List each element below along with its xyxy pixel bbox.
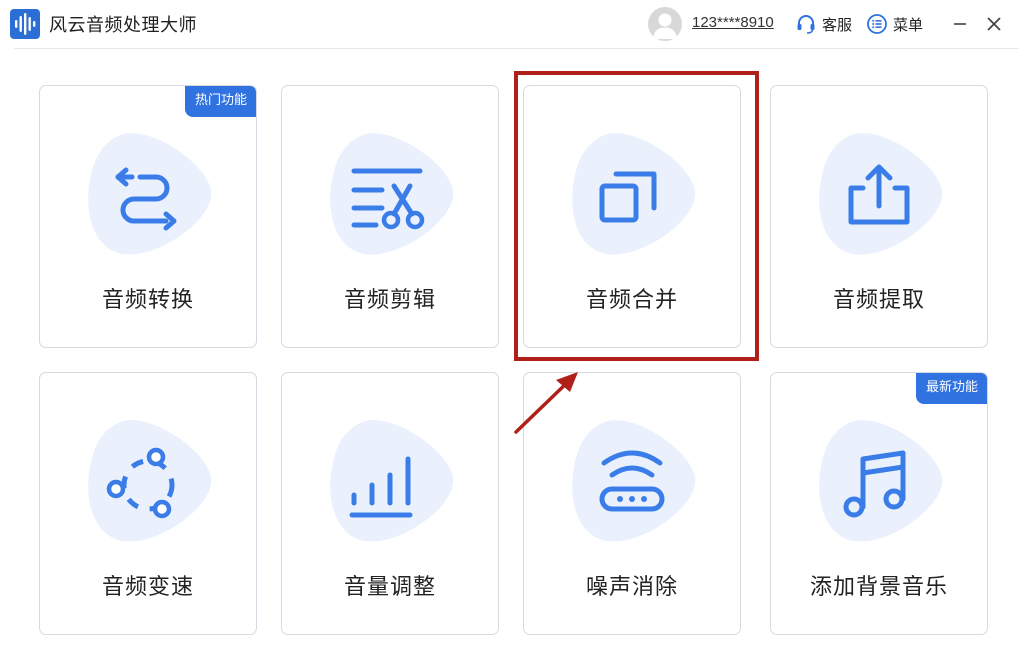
title-bar: 风云音频处理大师 123****8910 客服 菜单 bbox=[0, 0, 1035, 48]
minimize-button[interactable] bbox=[948, 12, 972, 36]
card-audio-speed[interactable]: 音频变速 bbox=[39, 372, 257, 635]
app-logo-icon bbox=[10, 9, 40, 39]
close-icon bbox=[987, 17, 1001, 31]
card-label: 噪声消除 bbox=[585, 575, 678, 600]
menu-button[interactable]: 菜单 bbox=[866, 12, 923, 36]
menu-label: 菜单 bbox=[893, 15, 924, 34]
list-menu-icon bbox=[867, 14, 887, 34]
card-audio-extract[interactable]: 音频提取 bbox=[770, 85, 988, 348]
card-label: 音频提取 bbox=[832, 288, 925, 313]
new-feature-badge: 最新功能 bbox=[915, 373, 987, 404]
minimize-icon bbox=[954, 23, 966, 25]
hot-feature-badge: 热门功能 bbox=[184, 86, 256, 117]
convert-arrows-icon bbox=[115, 167, 177, 231]
card-label: 音频转换 bbox=[101, 288, 194, 313]
customer-service-button[interactable]: 客服 bbox=[795, 12, 852, 36]
card-audio-clip[interactable]: 音频剪辑 bbox=[281, 85, 499, 348]
card-volume-adjust[interactable]: 音量调整 bbox=[281, 372, 499, 635]
card-label: 音量调整 bbox=[343, 575, 436, 600]
volume-bars-icon bbox=[349, 456, 413, 518]
headset-icon bbox=[797, 15, 815, 34]
card-label: 音频剪辑 bbox=[343, 288, 436, 313]
scissors-edit-icon bbox=[351, 168, 425, 230]
card-label: 音频变速 bbox=[101, 575, 194, 600]
header-divider bbox=[14, 48, 1019, 49]
speed-nodes-icon bbox=[106, 447, 175, 519]
app-title: 风云音频处理大师 bbox=[49, 15, 197, 36]
user-avatar[interactable] bbox=[648, 7, 682, 41]
router-signal-icon bbox=[599, 450, 665, 512]
export-upload-icon bbox=[848, 164, 910, 225]
account-link[interactable]: 123****8910 bbox=[692, 14, 774, 31]
highlight-box bbox=[514, 71, 759, 361]
card-audio-convert[interactable]: 音频转换 热门功能 bbox=[39, 85, 257, 348]
card-label: 添加背景音乐 bbox=[809, 575, 948, 600]
annotation-arrow-icon bbox=[514, 372, 578, 434]
card-add-bgm[interactable]: 添加背景音乐 最新功能 bbox=[770, 372, 988, 635]
close-button[interactable] bbox=[982, 12, 1006, 36]
customer-service-label: 客服 bbox=[822, 15, 853, 34]
music-note-icon bbox=[843, 450, 906, 518]
